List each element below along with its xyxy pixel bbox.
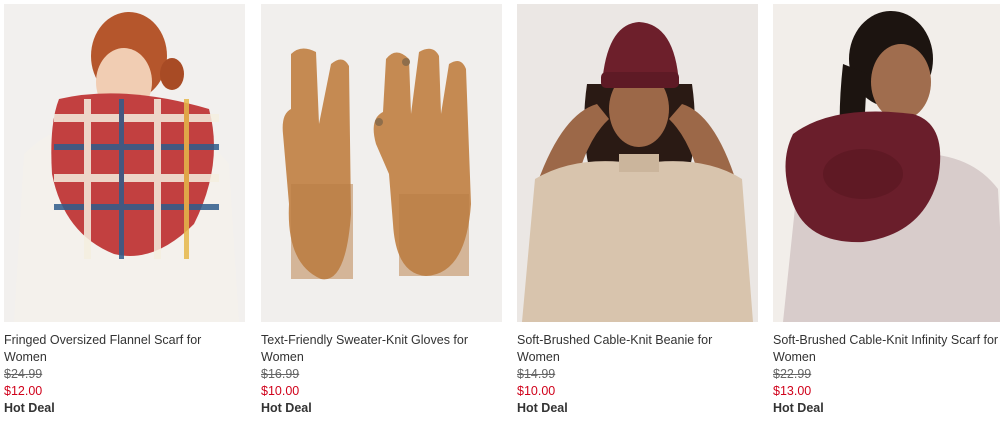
original-price: $14.99 [517,367,556,381]
sale-price: $10.00 [517,384,556,398]
sale-price: $10.00 [261,384,300,398]
product-grid: Fringed Oversized Flannel Scarf for Wome… [0,0,1000,423]
sale-price: $12.00 [4,384,43,398]
hot-deal-badge: Hot Deal [517,401,568,415]
original-price: $24.99 [4,367,43,381]
hot-deal-badge: Hot Deal [261,401,312,415]
product-title[interactable]: Soft-Brushed Cable-Knit Infinity Scarf f… [773,332,1000,366]
sale-price: $13.00 [773,384,812,398]
product-card[interactable]: Soft-Brushed Cable-Knit Beanie for Women… [517,4,758,417]
product-image-beanie[interactable] [517,4,758,322]
product-image-infinity-scarf[interactable] [773,4,1000,322]
product-card[interactable]: Soft-Brushed Cable-Knit Infinity Scarf f… [773,4,1000,417]
hot-deal-badge: Hot Deal [4,401,55,415]
original-price: $22.99 [773,367,812,381]
product-card[interactable]: Text-Friendly Sweater-Knit Gloves for Wo… [261,4,502,417]
hot-deal-badge: Hot Deal [773,401,824,415]
product-title[interactable]: Soft-Brushed Cable-Knit Beanie for Women [517,332,758,366]
product-card[interactable]: Fringed Oversized Flannel Scarf for Wome… [4,4,245,417]
product-title[interactable]: Fringed Oversized Flannel Scarf for Wome… [4,332,245,366]
product-image-gloves[interactable] [261,4,502,322]
product-title[interactable]: Text-Friendly Sweater-Knit Gloves for Wo… [261,332,502,366]
original-price: $16.99 [261,367,300,381]
product-image-plaid-scarf[interactable] [4,4,245,322]
